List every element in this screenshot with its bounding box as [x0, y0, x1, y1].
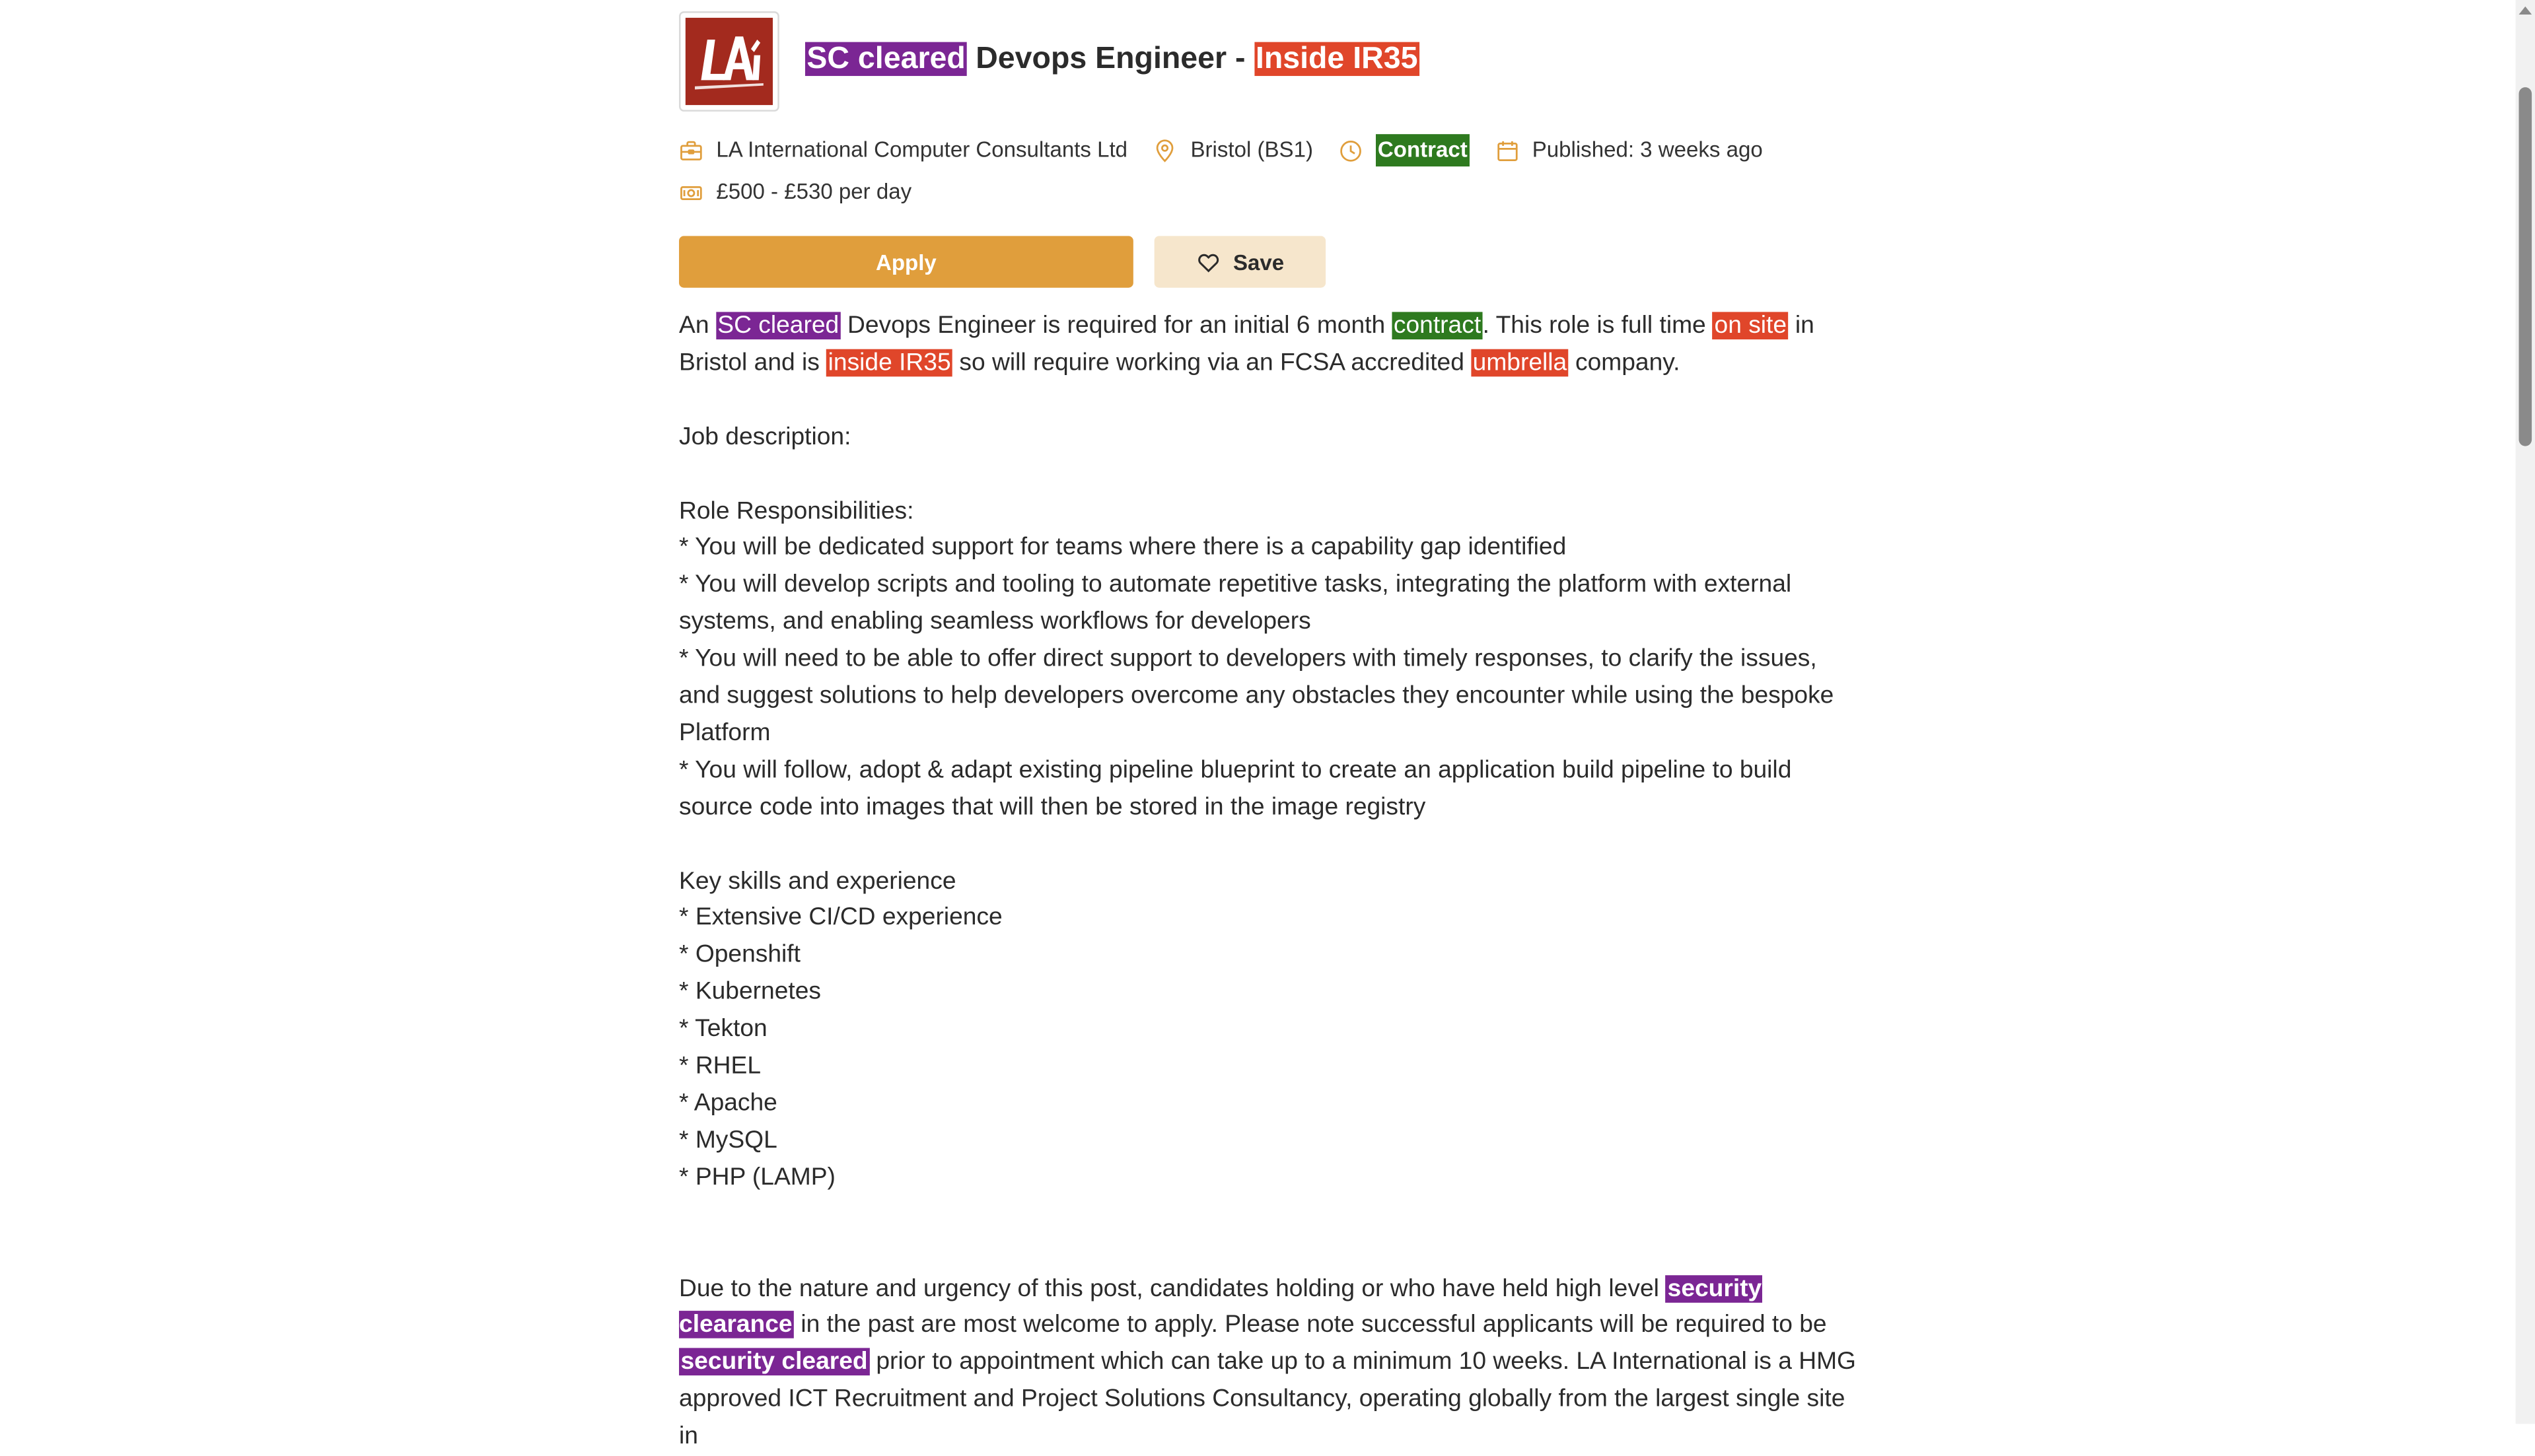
job-type-badge: Contract [1376, 134, 1470, 167]
intro-text: so will require working via an FCSA accr… [952, 349, 1472, 377]
intro-text: company. [1568, 349, 1680, 377]
skill-item: * Openshift [679, 941, 801, 969]
closing-text: in the past are most welcome to apply. P… [794, 1311, 1827, 1339]
save-button[interactable]: Save [1154, 236, 1326, 288]
meta-published: Published: 3 weeks ago [1495, 134, 1763, 166]
salary-text: £500 - £530 per day [716, 179, 912, 204]
job-description-heading: Job description: [679, 423, 851, 451]
job-meta-row: LA International Computer Consultants Lt… [679, 134, 1789, 167]
la-international-logo-icon [685, 17, 773, 106]
meta-salary: £500 - £530 per day [679, 176, 911, 209]
highlight-contract: contract [1392, 312, 1483, 340]
description-intro: An SC cleared Devops Engineer is require… [679, 309, 1859, 383]
closing-text: Due to the nature and urgency of this po… [679, 1274, 1666, 1302]
apply-button[interactable]: Apply [679, 236, 1133, 288]
skill-item: * Extensive CI/CD experience [679, 904, 1003, 932]
skill-item: * MySQL [679, 1126, 777, 1154]
job-description: An SC cleared Devops Engineer is require… [679, 309, 1859, 1456]
skill-item: * Apache [679, 1089, 777, 1117]
highlight-umbrella: umbrella [1471, 349, 1569, 377]
meta-company: LA International Computer Consultants Lt… [679, 134, 1127, 166]
highlight-on-site: on site [1713, 312, 1789, 340]
money-icon [680, 185, 702, 199]
highlight-sc-cleared: SC cleared [715, 312, 841, 340]
calendar-icon [1497, 140, 1517, 160]
highlight-inside-ir35: inside IR35 [826, 349, 953, 377]
intro-text: Devops Engineer is required for an initi… [840, 312, 1392, 340]
skill-item: * Tekton [679, 1015, 768, 1043]
intro-text: An [679, 312, 716, 340]
description-closing: Due to the nature and urgency of this po… [679, 1271, 1859, 1456]
save-button-label: Save [1232, 250, 1285, 274]
meta-location: Bristol (BS1) [1153, 134, 1313, 166]
job-title: SC cleared Devops Engineer - Inside IR35 [804, 39, 1419, 81]
skill-item: * RHEL [679, 1052, 762, 1080]
company-logo [679, 11, 779, 112]
title-highlight-sc-cleared: SC cleared [804, 42, 968, 77]
responsibility-item: * You will be dedicated support for team… [679, 534, 1567, 562]
clock-icon [1340, 139, 1362, 161]
apply-button-label: Apply [876, 250, 937, 274]
responsibilities-heading: Role Responsibilities: [679, 497, 914, 525]
title-highlight-ir35: Inside IR35 [1254, 42, 1419, 77]
briefcase-icon [680, 140, 702, 160]
map-pin-icon [1157, 139, 1174, 162]
skill-item: * Kubernetes [679, 978, 821, 1006]
heart-icon [1197, 253, 1219, 272]
company-name: LA International Computer Consultants Lt… [716, 137, 1128, 162]
scroll-up-arrow-icon[interactable] [2518, 6, 2532, 15]
published-text: Published: 3 weeks ago [1532, 137, 1763, 162]
skills-heading: Key skills and experience [679, 867, 956, 895]
responsibility-item: * You will need to be able to offer dire… [679, 644, 1834, 747]
meta-type: Contract [1339, 134, 1470, 167]
skill-item: * PHP (LAMP) [679, 1163, 836, 1191]
page-scrollbar[interactable] [2515, 0, 2535, 1424]
intro-text: . This role is full time [1482, 312, 1713, 340]
highlight-security-cleared: security cleared [679, 1348, 870, 1376]
location-text: Bristol (BS1) [1190, 137, 1313, 162]
title-text: Devops Engineer - [967, 42, 1254, 77]
responsibility-item: * You will follow, adopt & adapt existin… [679, 756, 1792, 821]
responsibility-item: * You will develop scripts and tooling t… [679, 571, 1792, 636]
scrollbar-thumb[interactable] [2518, 87, 2532, 446]
job-salary-row: £500 - £530 per day [679, 176, 937, 209]
